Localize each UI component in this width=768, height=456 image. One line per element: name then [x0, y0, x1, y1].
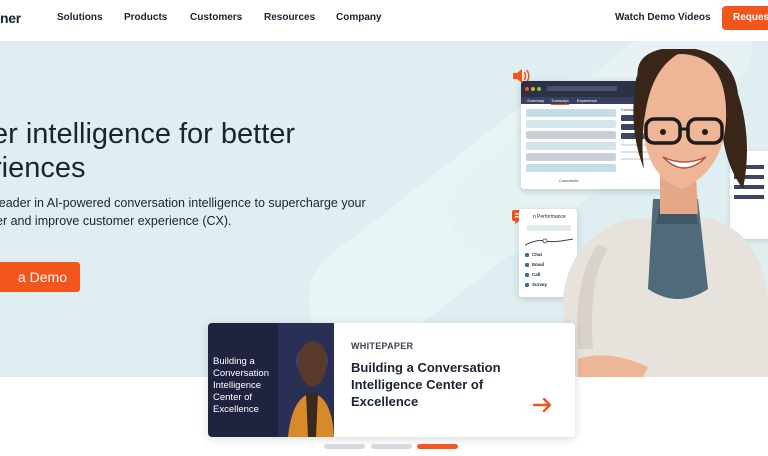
survey-channel-icon — [525, 283, 529, 287]
nav-products[interactable]: Products — [124, 12, 167, 23]
resource-title[interactable]: Building a Conversation Intelligence Cen… — [351, 359, 541, 410]
watch-demo-videos-link[interactable]: Watch Demo Videos — [615, 12, 711, 23]
perf-channel-survey: Survey — [532, 282, 548, 287]
carousel-dot-1[interactable] — [324, 444, 365, 449]
get-a-demo-button[interactable]: a Demo — [0, 262, 80, 292]
whitepaper-cover-text: Building a Conversation Intelligence Cen… — [213, 356, 269, 415]
chat-channel-icon — [525, 253, 529, 257]
hero-headline-line1: er intelligence for better — [0, 118, 296, 150]
carousel-dot-3-active[interactable] — [417, 444, 458, 449]
perf-channel-call: Call — [532, 272, 541, 277]
resource-type-label: WHITEPAPER — [351, 341, 414, 351]
whitepaper-cover-image: Building a Conversation Intelligence Cen… — [208, 323, 334, 437]
whitepaper-card[interactable]: Building a Conversation Intelligence Cen… — [208, 323, 575, 437]
hero-subtext-line2: er and improve customer experience (CX). — [0, 214, 232, 228]
hero-subtext-line1: leader in AI-powered conversation intell… — [0, 196, 366, 210]
nav-resources[interactable]: Resources — [264, 12, 315, 23]
woman-portrait-image — [563, 49, 768, 377]
mock-tab-summary: Summary — [527, 98, 545, 103]
hero-headline-line2: riences — [0, 152, 86, 184]
nav-customers[interactable]: Customers — [190, 12, 242, 23]
perf-channel-email: Email — [532, 262, 545, 267]
call-channel-icon — [525, 273, 529, 277]
top-navigation: ner Solutions Products Customers Resourc… — [0, 0, 768, 37]
brand-logo[interactable]: ner — [0, 10, 21, 26]
nav-company[interactable]: Company — [336, 12, 382, 23]
carousel-dot-2[interactable] — [371, 444, 412, 449]
email-channel-icon — [525, 263, 529, 267]
perf-channel-chat: Chat — [532, 252, 542, 257]
window-dot-icon — [531, 87, 535, 91]
window-dot-icon — [525, 87, 529, 91]
request-demo-button[interactable]: Request — [722, 6, 768, 30]
arrow-right-icon[interactable] — [533, 397, 553, 413]
cover-portrait-graphic — [278, 323, 334, 437]
nav-solutions[interactable]: Solutions — [57, 12, 103, 23]
window-dot-icon — [537, 87, 541, 91]
